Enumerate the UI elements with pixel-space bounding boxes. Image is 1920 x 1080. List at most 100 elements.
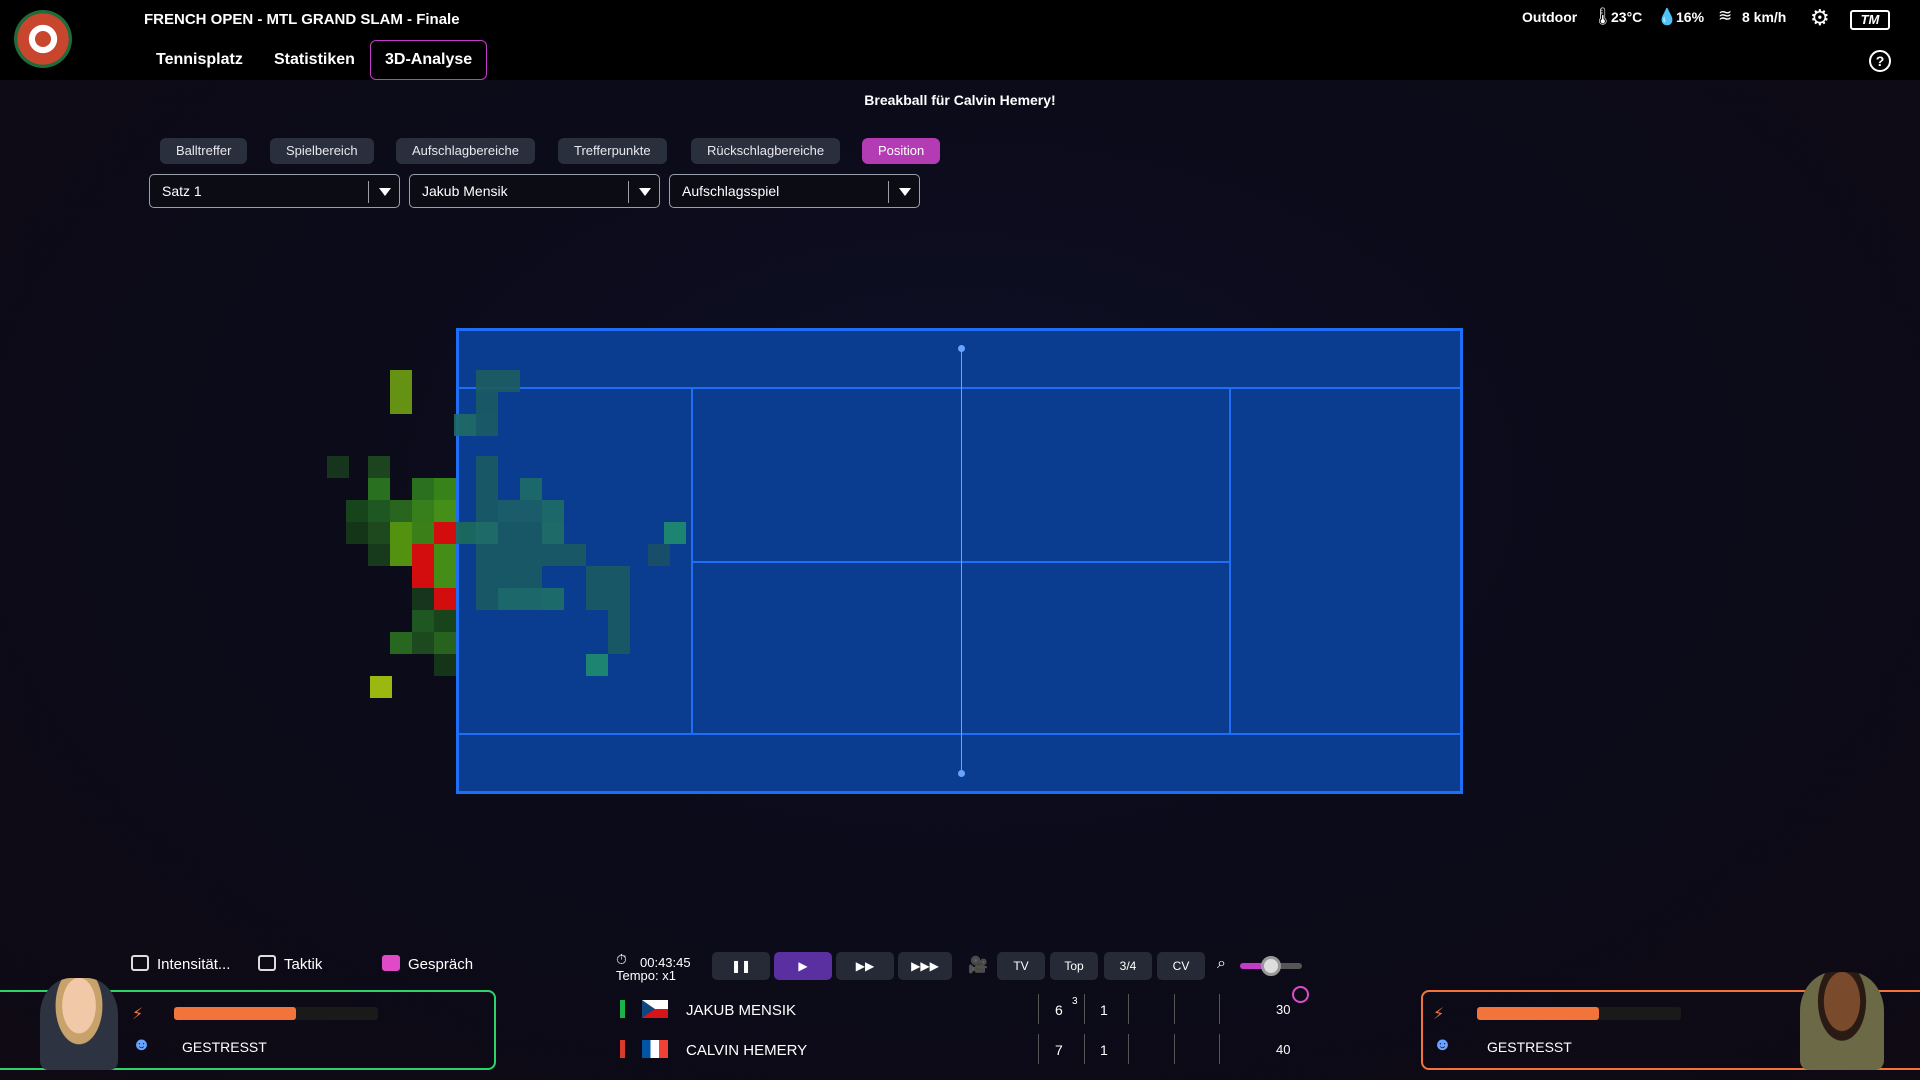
heatmap-cell [434,632,456,654]
left-player-status: GESTRESST [182,1039,267,1055]
clipboard-icon [258,955,276,971]
heatmap-cell [327,456,349,478]
heatmap-cell [498,544,520,566]
heatmap-cell [520,522,542,544]
heatmap-cell [498,566,520,588]
chip-position[interactable]: Position [862,138,941,164]
chip-aufschlagbereiche[interactable]: Aufschlagbereiche [396,138,535,164]
help-icon[interactable]: ? [1869,50,1891,72]
right-player-status: GESTRESST [1487,1039,1572,1055]
player-dropdown-value: Jakub Mensik [422,183,508,199]
player-name: JAKUB MENSIK [686,1002,797,1019]
camera-three-quarter-button[interactable]: 3/4 [1104,952,1152,980]
camera-icon[interactable]: 🎥 [968,955,988,975]
chip-trefferpunkte[interactable]: Trefferpunkte [558,138,667,164]
weather-wind: 8 km/h [1742,9,1787,25]
heatmap-cell [368,456,390,478]
timer-icon [1292,986,1309,1003]
tactic-button[interactable]: Taktik [258,955,322,973]
player-dropdown[interactable]: Jakub Mensik [409,174,660,208]
heatmap-cell [476,544,498,566]
tab-statistiken[interactable]: Statistiken [274,40,355,80]
camera-tv-button[interactable]: TV [997,952,1045,980]
set1-score: 6 [1055,1002,1063,1018]
set1-score: 7 [1055,1042,1063,1058]
fastest-forward-button[interactable]: ▶▶▶ [898,952,952,980]
heatmap-cell [434,610,456,632]
chevron-down-icon [639,188,651,196]
camera-cv-button[interactable]: CV [1157,952,1205,980]
heatmap-cell [498,500,520,522]
net-post-top [958,345,965,352]
heatmap-cell [608,588,630,610]
tempo-label: Tempo: x1 [616,968,676,983]
intensity-icon [131,955,149,971]
pause-button[interactable]: ❚❚ [712,952,770,980]
set-dropdown-value: Satz 1 [162,183,202,199]
heatmap-cell [648,544,670,566]
fast-forward-button[interactable]: ▶▶ [836,952,894,980]
set2-score: 1 [1100,1002,1108,1018]
heatmap-cell [476,414,498,436]
heatmap-cell [412,632,434,654]
heatmap-cell [434,478,456,500]
heatmap-cell [434,566,456,588]
energy-bar-right [1477,1007,1600,1020]
heatmap-cell [390,370,412,392]
tab-tennisplatz[interactable]: Tennisplatz [156,40,243,80]
event-message: Breakball für Calvin Hemery! [864,92,1056,108]
chip-balltreffer[interactable]: Balltreffer [160,138,248,164]
chevron-down-icon [899,188,911,196]
court-sideline-bottom [459,733,1460,735]
weather-condition: Outdoor [1522,9,1578,25]
heatmap-cell [498,522,520,544]
heatmap-cell [412,500,434,522]
points-score: 40 [1276,1042,1291,1057]
heatmap-cell [608,610,630,632]
type-dropdown-value: Aufschlagsspiel [682,183,780,199]
set2-score: 1 [1100,1042,1108,1058]
score-row-hemery: CALVIN HEMERY 7 1 40 [616,1032,1316,1068]
intensity-label: Intensität... [157,956,231,973]
net-post-bottom [958,770,965,777]
heatmap-cell [476,370,498,392]
zoom-slider-handle[interactable] [1261,956,1281,976]
tactic-label: Taktik [284,956,323,973]
chip-spielbereich[interactable]: Spielbereich [270,138,374,164]
weather-humidity: 16% [1676,9,1705,25]
tab-3d-analyse[interactable]: 3D-Analyse [370,40,488,80]
heatmap-cell [368,500,390,522]
chevron-down-icon [379,188,391,196]
zoom-icon: ⌕ [1217,955,1226,972]
heatmap-cell [476,392,498,414]
heatmap-cell [456,522,478,544]
chip-rueckschlagbereiche[interactable]: Rückschlagbereiche [691,138,841,164]
heatmap-cell [520,478,542,500]
camera-top-button[interactable]: Top [1050,952,1098,980]
speech-bubble-icon [382,955,400,971]
set-dropdown[interactable]: Satz 1 [149,174,400,208]
flag-cz-icon [642,1000,668,1018]
talk-button[interactable]: Gespräch [382,955,473,973]
heatmap-cell [608,632,630,654]
heatmap-cell [346,500,368,522]
intensity-button[interactable]: Intensität... [131,955,230,973]
player-name: CALVIN HEMERY [686,1042,808,1059]
heatmap-cell [542,500,564,522]
heatmap-cell [434,500,456,522]
heatmap-cell [586,588,608,610]
heatmap-cell [664,522,686,544]
type-dropdown[interactable]: Aufschlagsspiel [669,174,920,208]
heatmap-cell [368,478,390,500]
heatmap-cell [434,654,456,676]
gear-icon[interactable]: ⚙ [1810,5,1830,31]
serve-indicator [620,1000,625,1018]
energy-icon: ⚡ [1433,1006,1445,1023]
talk-label: Gespräch [408,956,474,973]
heatmap-cell [368,544,390,566]
heatmap-cell [476,500,498,522]
play-button[interactable]: ▶ [774,952,832,980]
heatmap-cell [390,544,412,566]
heatmap-cell [608,566,630,588]
tournament-logo [14,10,72,68]
